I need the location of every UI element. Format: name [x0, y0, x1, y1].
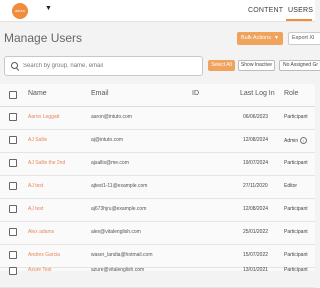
user-last-login: 25/01/2022: [243, 229, 269, 235]
user-role: Participant: [284, 267, 308, 273]
nav-tab-users[interactable]: USERS: [288, 0, 313, 21]
table-row[interactable]: Azure Test azure@vitalenglish.com 13/01/…: [0, 264, 315, 288]
export-button[interactable]: Export Xl: [288, 32, 320, 45]
user-role-cell: Admin i: [284, 137, 308, 144]
user-name-link[interactable]: AJ Sallis: [28, 137, 47, 143]
search-input[interactable]: [23, 60, 198, 72]
search-box[interactable]: [4, 56, 203, 76]
column-header-role[interactable]: Role: [284, 90, 298, 97]
user-last-login: 06/06/2023: [243, 114, 269, 120]
select-all-button[interactable]: Select All: [208, 60, 235, 71]
user-role: Admin: [284, 137, 299, 144]
user-email: ajsallis@me.com: [91, 160, 129, 166]
page-title: Manage Users: [4, 31, 83, 45]
user-role: Participant: [284, 229, 308, 235]
select-all-checkbox[interactable]: [9, 91, 17, 99]
user-role: Participant: [284, 114, 308, 120]
user-email: azure@vitalenglish.com: [91, 267, 145, 273]
row-checkbox[interactable]: [9, 251, 17, 259]
user-name-link[interactable]: Aaron Leggatt: [28, 114, 59, 120]
user-email: aaron@intuto.com: [91, 114, 132, 120]
user-last-login: 12/08/2024: [243, 206, 269, 212]
table-header-row: Name Email ID Last Log In Role: [0, 84, 315, 107]
column-header-id[interactable]: ID: [192, 90, 199, 97]
table-row[interactable]: AJ Sallis aj@intuto.com 12/08/2024 Admin…: [0, 129, 315, 153]
row-checkbox[interactable]: [9, 205, 17, 213]
user-email: aj673hjru@example.com: [91, 206, 147, 212]
user-email: ajtest1-11@example.com: [91, 183, 148, 189]
top-navigation-bar: aduro ▼ CONTENT USERS: [0, 0, 315, 22]
table-row[interactable]: AJ test aj673hjru@example.com 12/08/2024…: [0, 198, 315, 222]
user-email: waser_landia@hotmail.com: [91, 252, 153, 258]
user-name-link[interactable]: AJ test: [28, 206, 43, 212]
row-checkbox[interactable]: [9, 267, 17, 275]
user-email: aj@intuto.com: [91, 137, 124, 143]
column-header-name[interactable]: Name: [28, 90, 47, 97]
user-last-login: 27/11/2020: [243, 183, 268, 189]
user-name-link[interactable]: Andres Garcia: [28, 252, 60, 258]
users-table: Name Email ID Last Log In Role Aaron Leg…: [0, 84, 315, 288]
app-logo[interactable]: aduro: [12, 3, 28, 19]
logo-dropdown-caret-icon[interactable]: ▼: [45, 5, 52, 12]
user-role: Participant: [284, 252, 308, 258]
active-tab-indicator: [286, 19, 312, 21]
user-name-link[interactable]: AJ test: [28, 183, 43, 189]
row-checkbox[interactable]: [9, 182, 17, 190]
bulk-actions-button[interactable]: Bulk Actions ▼: [237, 32, 283, 45]
table-row[interactable]: Alex adams alex@vitalenglish.com 25/01/2…: [0, 221, 315, 245]
row-checkbox[interactable]: [9, 136, 17, 144]
row-checkbox[interactable]: [9, 228, 17, 236]
user-email: alex@vitalenglish.com: [91, 229, 141, 235]
no-assigned-group-button[interactable]: No Assigned Gr: [279, 60, 320, 71]
user-role: Participant: [284, 206, 308, 212]
user-last-login: 15/07/2022: [243, 252, 269, 258]
user-role: Editor: [284, 183, 298, 189]
user-name-link[interactable]: Alex adams: [28, 229, 54, 235]
column-header-last-login[interactable]: Last Log In: [240, 90, 275, 97]
info-icon[interactable]: i: [300, 137, 308, 144]
user-role: Participant: [284, 160, 308, 166]
column-header-email[interactable]: Email: [91, 90, 109, 97]
table-row[interactable]: Aaron Leggatt aaron@intuto.com 06/06/202…: [0, 106, 315, 130]
table-row[interactable]: AJ test ajtest1-11@example.com 27/11/202…: [0, 175, 315, 199]
user-last-login: 13/01/2021: [243, 267, 269, 273]
chevron-down-icon: ▼: [274, 35, 279, 41]
bulk-actions-label: Bulk Actions: [241, 35, 271, 41]
user-name-link[interactable]: Azure Test: [28, 267, 52, 273]
user-last-login: 12/08/2024: [243, 137, 269, 143]
user-name-link[interactable]: AJ Sallis the 2nd: [28, 160, 65, 166]
row-checkbox[interactable]: [9, 159, 17, 167]
show-inactive-button[interactable]: Show Inactive: [238, 60, 275, 71]
table-row[interactable]: AJ Sallis the 2nd ajsallis@me.com 19/07/…: [0, 152, 315, 176]
user-last-login: 19/07/2024: [243, 160, 269, 166]
search-icon: [11, 62, 18, 69]
row-checkbox[interactable]: [9, 113, 17, 121]
nav-tab-content[interactable]: CONTENT: [248, 0, 283, 21]
